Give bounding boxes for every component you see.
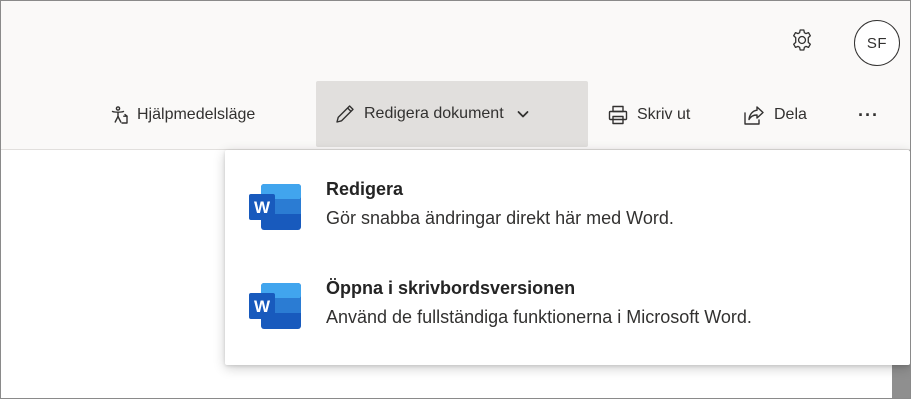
share-button[interactable]: Dela — [742, 83, 807, 147]
more-icon: ··· — [858, 104, 879, 125]
gear-icon — [793, 29, 811, 51]
chevron-down-icon — [517, 111, 529, 118]
app-window: SF Hjälpmedelsläge Redigera dokument Skr… — [0, 0, 911, 399]
header-bar: SF Hjälpmedelsläge Redigera dokument Skr… — [1, 1, 910, 150]
menu-item-edit-in-browser[interactable]: W Redigera Gör snabba ändringar direkt h… — [225, 162, 910, 252]
accessibility-mode-button[interactable]: Hjälpmedelsläge — [109, 83, 255, 147]
edit-document-label: Redigera dokument — [364, 105, 504, 122]
share-icon — [744, 106, 764, 125]
menu-item-description: Gör snabba ändringar direkt här med Word… — [326, 208, 674, 228]
more-options-button[interactable]: ··· — [858, 83, 879, 147]
menu-item-title: Redigera — [326, 179, 404, 199]
share-label: Dela — [774, 106, 807, 123]
print-label: Skriv ut — [637, 106, 691, 123]
pencil-icon — [336, 105, 354, 123]
settings-button[interactable] — [787, 25, 817, 55]
edit-dropdown-menu: W Redigera Gör snabba ändringar direkt h… — [225, 150, 910, 365]
avatar-initials: SF — [866, 34, 888, 52]
avatar[interactable]: SF — [854, 20, 900, 66]
word-icon: W — [249, 283, 301, 329]
word-icon: W — [249, 184, 301, 230]
accessibility-mode-label: Hjälpmedelsläge — [137, 106, 256, 123]
menu-item-open-desktop[interactable]: W Öppna i skrivbordsversionen Använd de … — [225, 261, 910, 351]
menu-item-description: Använd de fullständiga funktionerna i Mi… — [326, 307, 752, 327]
accessibility-icon — [111, 106, 128, 124]
print-button[interactable]: Skriv ut — [607, 83, 690, 147]
menu-item-title: Öppna i skrivbordsversionen — [326, 278, 576, 298]
svg-text:W: W — [254, 198, 271, 217]
edit-document-button[interactable]: Redigera dokument — [316, 81, 588, 147]
printer-icon — [608, 105, 628, 125]
svg-text:W: W — [254, 297, 271, 316]
